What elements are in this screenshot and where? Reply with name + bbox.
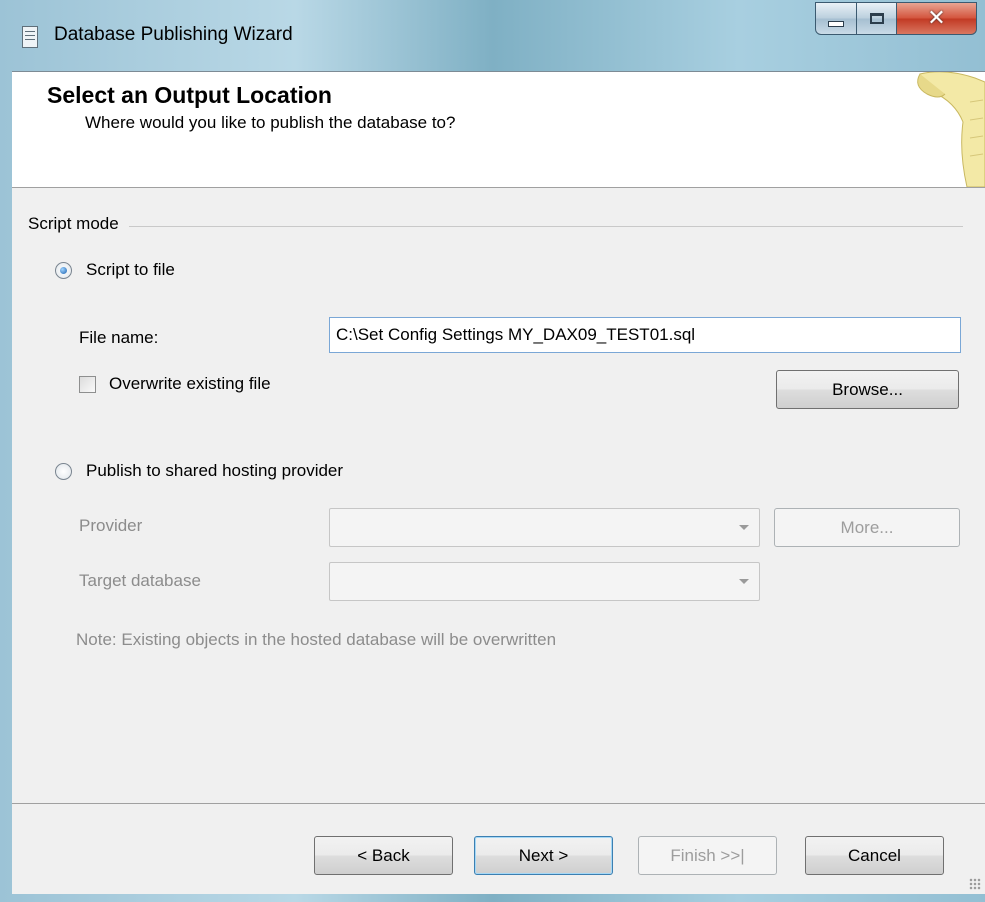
finish-button: Finish >>| — [638, 836, 777, 875]
overwrite-note: Note: Existing objects in the hosted dat… — [76, 630, 557, 649]
scroll-icon — [917, 72, 985, 187]
maximize-icon — [869, 13, 884, 24]
minimize-icon — [828, 20, 844, 27]
minimize-button[interactable] — [815, 2, 857, 35]
target-database-dropdown — [329, 562, 760, 601]
chevron-down-icon — [739, 525, 749, 530]
file-name-label: File name: — [79, 328, 159, 347]
page-subtitle: Where would you like to publish the data… — [85, 113, 456, 132]
browse-button[interactable]: Browse... — [776, 370, 959, 409]
back-button[interactable]: < Back — [314, 836, 453, 875]
target-database-label: Target database — [79, 571, 201, 590]
file-name-input[interactable] — [329, 317, 961, 353]
script-to-file-radio[interactable] — [55, 262, 72, 279]
group-divider — [28, 226, 963, 227]
footer-divider — [12, 803, 985, 804]
app-icon — [22, 26, 38, 48]
close-button[interactable]: ✕ — [897, 2, 977, 35]
overwrite-label[interactable]: Overwrite existing file — [109, 374, 271, 394]
page-title: Select an Output Location — [47, 82, 332, 108]
publish-hosting-radio[interactable] — [55, 463, 72, 480]
maximize-button[interactable] — [857, 2, 897, 35]
window-title: Database Publishing Wizard — [54, 24, 293, 45]
chevron-down-icon — [739, 579, 749, 584]
wizard-window: Database Publishing Wizard ✕ Select an O… — [0, 0, 985, 902]
close-icon: ✕ — [927, 6, 946, 31]
wizard-client-area: Select an Output Location Where would yo… — [12, 71, 985, 894]
publish-hosting-label[interactable]: Publish to shared hosting provider — [86, 461, 343, 481]
wizard-header: Select an Output Location Where would yo… — [12, 72, 985, 188]
overwrite-checkbox[interactable] — [79, 376, 96, 393]
more-button: More... — [774, 508, 960, 547]
script-mode-group-label: Script mode — [28, 214, 129, 234]
provider-dropdown — [329, 508, 760, 547]
provider-label: Provider — [79, 516, 143, 535]
next-button[interactable]: Next > — [474, 836, 613, 875]
script-to-file-label[interactable]: Script to file — [86, 260, 175, 280]
caption-buttons: ✕ — [815, 2, 977, 36]
title-bar[interactable]: Database Publishing Wizard ✕ — [0, 0, 985, 71]
resize-grip[interactable] — [969, 878, 981, 890]
cancel-button[interactable]: Cancel — [805, 836, 944, 875]
